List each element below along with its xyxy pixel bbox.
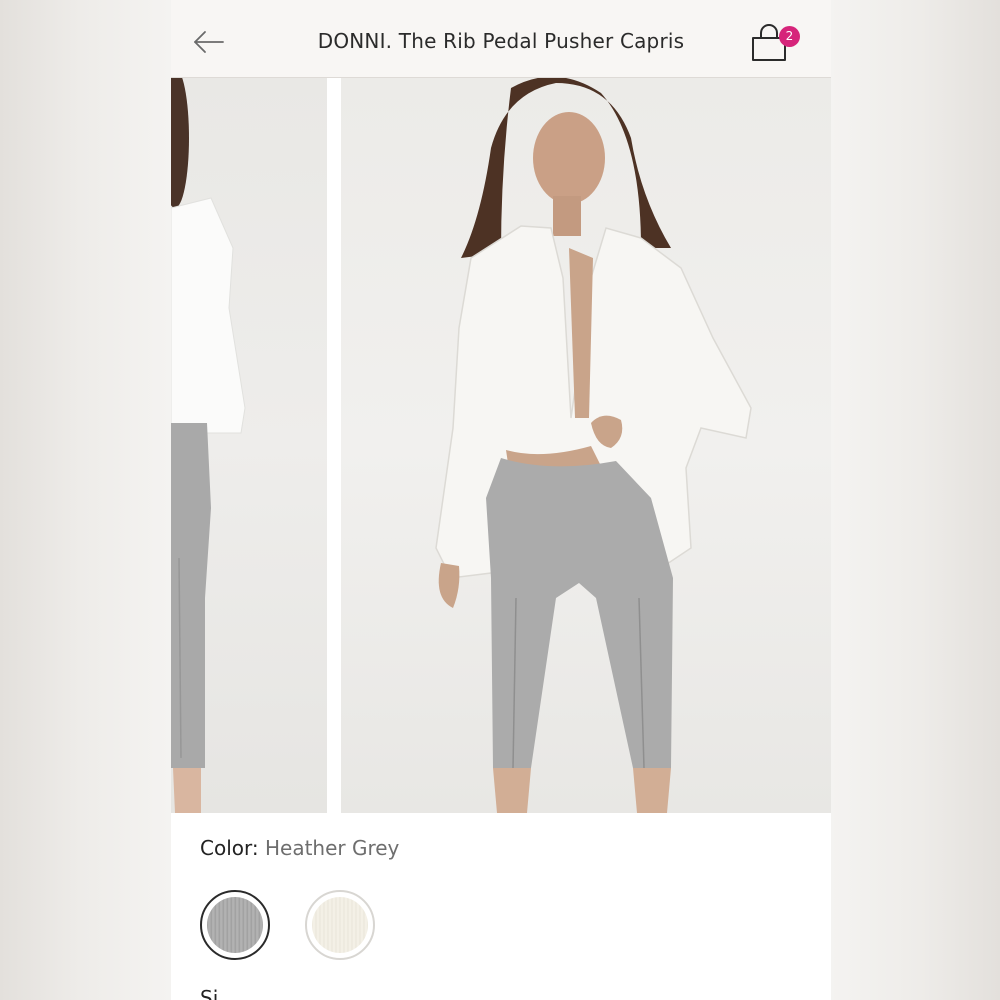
main-product-photo[interactable]: 263 [341, 78, 831, 813]
product-page: DONNI. The Rib Pedal Pusher Capris 2 Col… [171, 0, 831, 1000]
swatch-cream[interactable] [305, 890, 375, 960]
selected-color-name: Heather Grey [264, 836, 400, 860]
swatch-heather-grey[interactable] [200, 890, 270, 960]
product-photo-partial [171, 78, 246, 813]
previous-product-photo[interactable] [171, 78, 327, 813]
image-gallery[interactable]: 263 [171, 78, 831, 813]
swatch-cream-fill [312, 897, 368, 953]
size-label: Si [200, 986, 219, 1000]
color-label: Color: [200, 836, 259, 860]
page-title: DONNI. The Rib Pedal Pusher Capris [317, 29, 685, 53]
top-bar: DONNI. The Rib Pedal Pusher Capris 2 [171, 0, 831, 78]
color-selector-label: Color: Heather Grey [200, 836, 399, 860]
swatch-heather-grey-fill [207, 897, 263, 953]
cart-count-badge: 2 [779, 26, 800, 47]
product-photo [435, 78, 752, 813]
